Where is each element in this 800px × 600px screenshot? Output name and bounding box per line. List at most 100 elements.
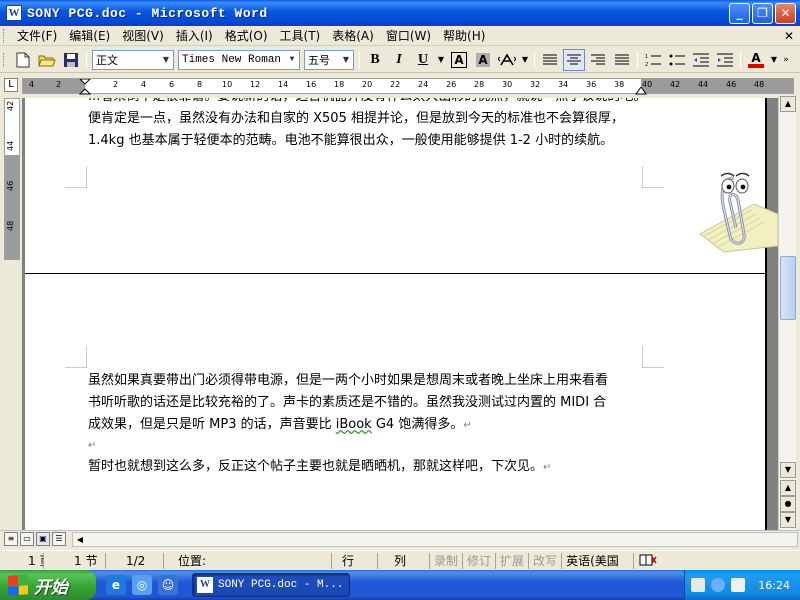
volume-tray-icon[interactable] xyxy=(731,578,745,592)
scroll-thumb[interactable] xyxy=(780,256,796,320)
page-2[interactable]: 虽然如果真要带出门必须得带电源，但是一两个小时如果是想周末或者晚上坐床上用来看看… xyxy=(25,273,767,530)
status-rec[interactable]: 录制 xyxy=(430,552,464,569)
start-button[interactable]: 开始 xyxy=(0,570,96,600)
bold-button[interactable]: B xyxy=(364,49,386,71)
word-app-icon[interactable]: W xyxy=(6,5,22,21)
font-dropdown[interactable]: Times New Roman ▼ xyxy=(178,49,300,70)
page2-para2[interactable]: 暂时也就想到这么多，反正这个帖子主要也就是晒晒机，那就这样吧，下次见。↵ xyxy=(88,456,668,479)
distributed-align-icon xyxy=(615,54,629,64)
page1-line-2[interactable]: 便肯定是一点，虽然没有办法和自家的 X505 相提并论，但是放到今天的标准也不会… xyxy=(88,108,668,130)
page2-para1-line2[interactable]: 书听听歌的话还是比较充裕的了。声卡的素质还是不错的。虽然我没测试过内置的 MID… xyxy=(88,392,668,414)
status-overtype[interactable]: 改写 xyxy=(529,552,563,569)
justify-button[interactable] xyxy=(539,49,561,71)
decrease-indent-button[interactable] xyxy=(690,49,712,71)
horizontal-ruler[interactable]: 4 2 2 4 6 8 10 12 14 16 18 20 22 24 26 2… xyxy=(22,78,794,95)
keyboard-tray-icon[interactable] xyxy=(691,578,705,592)
page1-partial-line[interactable]: ...看来倒不是很靠谱。要说新的话，这台机器开没有什么太大出彩的优点，就说一点了… xyxy=(88,98,668,108)
menu-window[interactable]: 窗口(W) xyxy=(380,27,437,45)
numbering-button[interactable]: 12 xyxy=(642,49,664,71)
dropdown-arrow-icon[interactable]: ▼ xyxy=(520,49,530,71)
italic-button[interactable]: I xyxy=(388,49,410,71)
web-layout-view-icon[interactable]: ▭ xyxy=(20,532,34,546)
toolbar-grip[interactable] xyxy=(3,52,7,67)
style-dropdown-arrow-icon[interactable]: ▼ xyxy=(159,55,173,64)
character-border-button[interactable]: A xyxy=(448,49,470,71)
toolbar-separator xyxy=(740,50,741,69)
toolbar-options-icon[interactable]: » xyxy=(781,49,791,71)
menu-grip[interactable] xyxy=(3,28,7,43)
title-bar[interactable]: W SONY PCG.doc - Microsoft Word _ ❐ ✕ xyxy=(0,0,800,26)
status-page: 1 页 xyxy=(0,552,44,569)
clock[interactable]: 16:24 xyxy=(758,579,790,592)
spelling-status-icon[interactable] xyxy=(634,553,664,569)
save-button[interactable] xyxy=(60,49,82,71)
menu-edit[interactable]: 编辑(E) xyxy=(63,27,116,45)
page2-para1-line1[interactable]: 虽然如果真要带出门必须得带电源，但是一两个小时如果是想周末或者晚上坐床上用来看看 xyxy=(88,370,668,392)
menu-format[interactable]: 格式(O) xyxy=(219,27,274,45)
empty-paragraph[interactable]: ↵ xyxy=(88,434,668,457)
character-shading-button[interactable]: A xyxy=(472,49,494,71)
menu-file[interactable]: 文件(F) xyxy=(11,27,63,45)
font-color-button[interactable]: A xyxy=(745,49,767,71)
normal-view-icon[interactable]: ≡ xyxy=(4,532,18,546)
toolbar-separator xyxy=(86,50,87,69)
document-close-icon[interactable]: ✕ xyxy=(784,29,794,43)
vruler-tick: 42 xyxy=(6,100,15,111)
spellcheck-ibook[interactable]: iBook xyxy=(336,417,372,432)
ruler-tick: 40 xyxy=(642,80,653,89)
scroll-up-icon[interactable]: ▲ xyxy=(780,96,796,112)
menu-tools[interactable]: 工具(T) xyxy=(274,27,327,45)
font-value: Times New Roman xyxy=(182,53,282,66)
page1-line-3[interactable]: 1.4kg 也基本属于轻便本的范畴。电池不能算很出众，一般使用能够提供 1-2 … xyxy=(88,130,668,152)
maximize-button[interactable]: ❐ xyxy=(752,3,773,24)
internet-explorer-icon[interactable]: e xyxy=(106,575,126,595)
increase-indent-button[interactable] xyxy=(714,49,736,71)
dropdown-arrow-icon[interactable]: ▼ xyxy=(436,49,446,71)
open-button[interactable] xyxy=(36,49,58,71)
status-language[interactable]: 英语(美国 xyxy=(562,552,635,569)
character-scaling-button[interactable] xyxy=(496,49,518,71)
document-area[interactable]: ...看来倒不是很靠谱。要说新的话，这台机器开没有什么太大出彩的优点，就说一点了… xyxy=(22,98,778,530)
status-track-changes[interactable]: 修订 xyxy=(463,552,497,569)
taskbar-word-window[interactable]: W SONY PCG.doc - M... xyxy=(192,573,350,597)
status-extend[interactable]: 扩展 xyxy=(496,552,530,569)
vertical-ruler[interactable]: 42 44 46 48 xyxy=(4,98,20,260)
network-tray-icon[interactable] xyxy=(711,578,725,592)
dropdown-arrow-icon[interactable]: ▼ xyxy=(769,49,779,71)
bullets-button[interactable] xyxy=(666,49,688,71)
menu-insert[interactable]: 插入(I) xyxy=(170,27,219,45)
svg-text:2: 2 xyxy=(645,62,648,67)
office-assistant-clippy-icon[interactable] xyxy=(694,164,778,254)
outline-view-icon[interactable]: ☰ xyxy=(52,532,66,546)
close-button[interactable]: ✕ xyxy=(775,3,796,24)
indent-marker-icon[interactable] xyxy=(79,79,91,95)
font-size-dropdown-arrow-icon[interactable]: ▼ xyxy=(339,55,353,64)
scroll-left-icon[interactable]: ◀ xyxy=(73,533,87,546)
menu-view[interactable]: 视图(V) xyxy=(116,27,170,45)
tab-stop-selector[interactable]: L xyxy=(4,78,18,92)
font-size-dropdown[interactable]: 五号 ▼ xyxy=(304,49,354,70)
vertical-scrollbar[interactable]: ▲ ▼ ▲ ● ▼ xyxy=(778,96,796,530)
underline-button[interactable]: U xyxy=(412,49,434,71)
distributed-align-button[interactable] xyxy=(611,49,633,71)
new-document-button[interactable] xyxy=(12,49,34,71)
font-dropdown-arrow-icon[interactable]: ▼ xyxy=(285,55,299,64)
scroll-down-icon[interactable]: ▼ xyxy=(780,462,796,478)
horizontal-scrollbar[interactable]: ◀ xyxy=(72,532,798,547)
minimize-button[interactable]: _ xyxy=(729,3,750,24)
status-page-of: 1/2 xyxy=(106,552,164,569)
messenger-icon[interactable]: ☺ xyxy=(158,575,178,595)
ruler-tick: 42 xyxy=(670,80,681,89)
style-dropdown[interactable]: 正文 ▼ xyxy=(92,49,174,70)
align-center-button[interactable] xyxy=(563,48,585,71)
menu-table[interactable]: 表格(A) xyxy=(326,27,380,45)
show-desktop-icon[interactable]: ◎ xyxy=(132,575,152,595)
paragraph-mark: ↵ xyxy=(463,420,472,431)
align-right-button[interactable] xyxy=(587,49,609,71)
menu-help[interactable]: 帮助(H) xyxy=(437,27,491,45)
next-page-icon[interactable]: ▼ xyxy=(780,512,796,528)
print-layout-view-icon[interactable]: ▣ xyxy=(36,532,50,546)
select-browse-object-icon[interactable]: ● xyxy=(780,496,796,512)
ruler-tick: 12 xyxy=(250,80,261,89)
previous-page-icon[interactable]: ▲ xyxy=(780,480,796,496)
